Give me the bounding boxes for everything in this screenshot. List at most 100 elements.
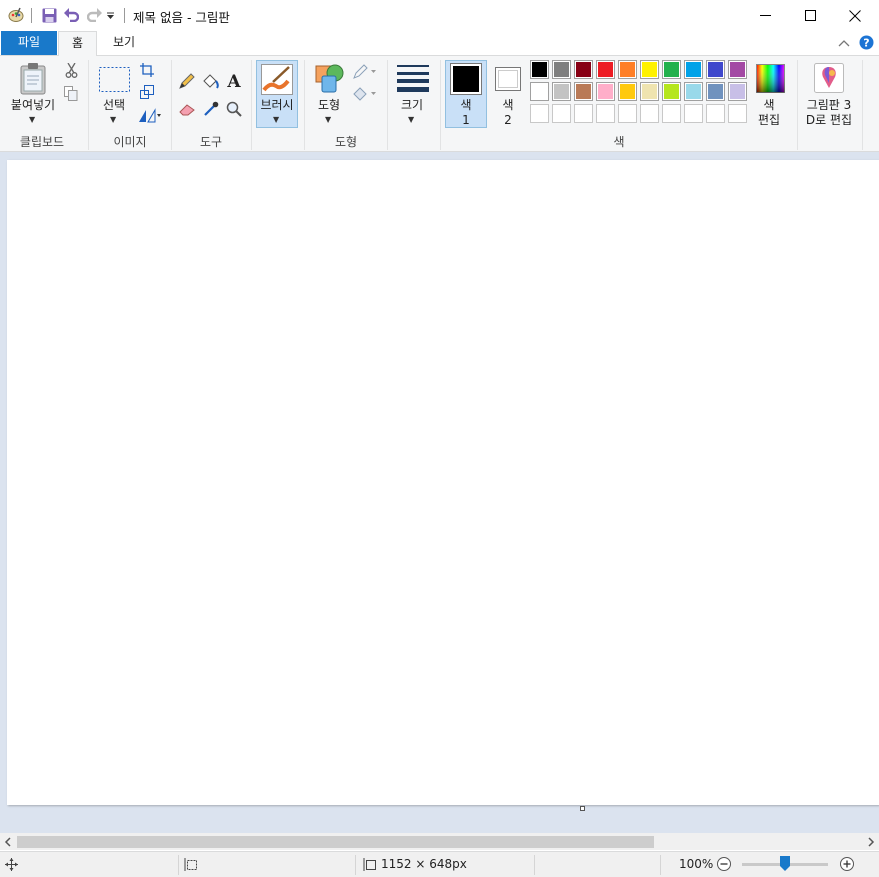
color-swatch-fill <box>598 84 613 99</box>
eraser-icon[interactable] <box>178 100 196 118</box>
brushes-dropdown-icon[interactable]: ▼ <box>273 115 279 124</box>
paint-app-icon[interactable] <box>7 6 25 24</box>
color-swatch[interactable] <box>574 82 593 101</box>
copy-icon[interactable] <box>63 85 79 101</box>
rotate-icon[interactable] <box>138 107 162 123</box>
help-icon[interactable]: ? <box>859 35 874 53</box>
group-separator <box>862 60 863 150</box>
color-swatch[interactable] <box>618 104 637 123</box>
group-label-colors: 색 <box>613 135 625 149</box>
color-swatch[interactable] <box>618 60 637 79</box>
zoom-out-icon[interactable] <box>716 856 732 875</box>
color-swatch[interactable] <box>552 104 571 123</box>
tab-home[interactable]: 홈 <box>58 31 97 56</box>
crop-icon[interactable] <box>139 62 155 78</box>
color-swatch[interactable] <box>530 104 549 123</box>
redo-icon[interactable] <box>85 6 103 24</box>
color1-label-a: 색 <box>460 98 472 112</box>
color2-button[interactable] <box>495 67 521 91</box>
color-swatch[interactable] <box>706 60 725 79</box>
edit-colors-icon[interactable] <box>755 63 785 93</box>
color-swatch[interactable] <box>596 104 615 123</box>
color-swatch[interactable] <box>552 60 571 79</box>
color-swatch-fill <box>576 84 591 99</box>
scroll-left-icon[interactable] <box>3 836 13 850</box>
tab-file[interactable]: 파일 <box>1 31 57 55</box>
outline-icon[interactable] <box>352 63 378 81</box>
paint3d-icon[interactable] <box>813 62 845 94</box>
color-swatch[interactable] <box>618 82 637 101</box>
color-picker-icon[interactable] <box>202 100 220 118</box>
color-swatch[interactable] <box>684 104 703 123</box>
color-swatch-fill <box>730 84 745 99</box>
select-rectangle-icon[interactable] <box>98 66 130 92</box>
minimize-button[interactable] <box>742 0 788 31</box>
size-button[interactable]: 크기 <box>393 98 431 112</box>
edit-colors-label-a: 색 <box>763 98 775 112</box>
customize-qa-icon[interactable] <box>104 6 116 24</box>
color-swatch[interactable] <box>552 82 571 101</box>
maximize-button[interactable] <box>787 0 833 31</box>
brush-icon[interactable] <box>260 63 294 95</box>
color-swatch[interactable] <box>640 104 659 123</box>
zoom-slider-thumb[interactable] <box>780 856 790 871</box>
scroll-right-icon[interactable] <box>866 836 876 850</box>
scrollbar-thumb[interactable] <box>17 836 654 848</box>
canvas-resize-handle-bottom[interactable] <box>580 806 585 811</box>
color-swatch[interactable] <box>574 60 593 79</box>
drawing-canvas[interactable] <box>7 160 879 805</box>
color-swatch[interactable] <box>684 82 703 101</box>
clipboard-icon[interactable] <box>18 61 48 95</box>
resize-icon[interactable] <box>139 84 155 100</box>
fill-icon[interactable] <box>201 72 219 90</box>
line-size-icon[interactable] <box>395 62 431 94</box>
status-separator <box>660 855 661 875</box>
shapes-icon[interactable] <box>313 63 345 93</box>
cursor-position-icon <box>5 858 18 874</box>
size-dropdown-icon[interactable]: ▼ <box>408 115 414 124</box>
color-swatch[interactable] <box>706 104 725 123</box>
pencil-icon[interactable] <box>178 72 196 90</box>
magnifier-icon[interactable] <box>225 100 243 118</box>
shapes-dropdown-icon[interactable]: ▼ <box>325 115 331 124</box>
group-separator <box>440 60 441 150</box>
select-button[interactable]: 선택 <box>96 98 132 112</box>
select-dropdown-icon[interactable]: ▼ <box>110 115 116 124</box>
color-swatch[interactable] <box>662 60 681 79</box>
svg-text:A: A <box>226 72 241 89</box>
paste-dropdown-icon[interactable]: ▼ <box>29 115 35 124</box>
paste-button[interactable]: 붙여넣기 <box>6 98 60 112</box>
shapes-button[interactable]: 도형 <box>311 98 347 112</box>
color-swatch[interactable] <box>596 60 615 79</box>
color-swatch[interactable] <box>662 104 681 123</box>
edit-colors-label-b: 편집 <box>757 113 781 127</box>
title-bar: 제목 없음 - 그림판 <box>0 0 879 31</box>
collapse-ribbon-icon[interactable] <box>838 37 850 51</box>
cut-icon[interactable] <box>63 62 79 78</box>
color-swatch[interactable] <box>530 60 549 79</box>
color-swatch[interactable] <box>640 82 659 101</box>
save-icon[interactable] <box>40 6 58 24</box>
paint3d-label-a[interactable]: 그림판 3 <box>800 98 858 112</box>
color-swatch[interactable] <box>684 60 703 79</box>
canvas-dimensions: 1152 × 648px <box>381 857 467 871</box>
color-swatch[interactable] <box>530 82 549 101</box>
color-swatch[interactable] <box>596 82 615 101</box>
zoom-in-icon[interactable] <box>839 856 855 875</box>
color-swatch-fill <box>597 105 614 122</box>
color-palette <box>530 60 750 128</box>
color-swatch[interactable] <box>574 104 593 123</box>
color-swatch[interactable] <box>728 82 747 101</box>
color-swatch[interactable] <box>706 82 725 101</box>
paint3d-label-b[interactable]: D로 편집 <box>800 113 858 127</box>
text-icon[interactable]: A <box>225 71 243 89</box>
color-swatch[interactable] <box>640 60 659 79</box>
color-swatch[interactable] <box>728 104 747 123</box>
color-swatch[interactable] <box>728 60 747 79</box>
canvas-size-icon <box>363 858 377 874</box>
fill-shape-icon[interactable] <box>352 85 378 103</box>
tab-view[interactable]: 보기 <box>98 31 150 55</box>
close-button[interactable] <box>832 0 878 31</box>
undo-icon[interactable] <box>62 6 80 24</box>
color-swatch[interactable] <box>662 82 681 101</box>
